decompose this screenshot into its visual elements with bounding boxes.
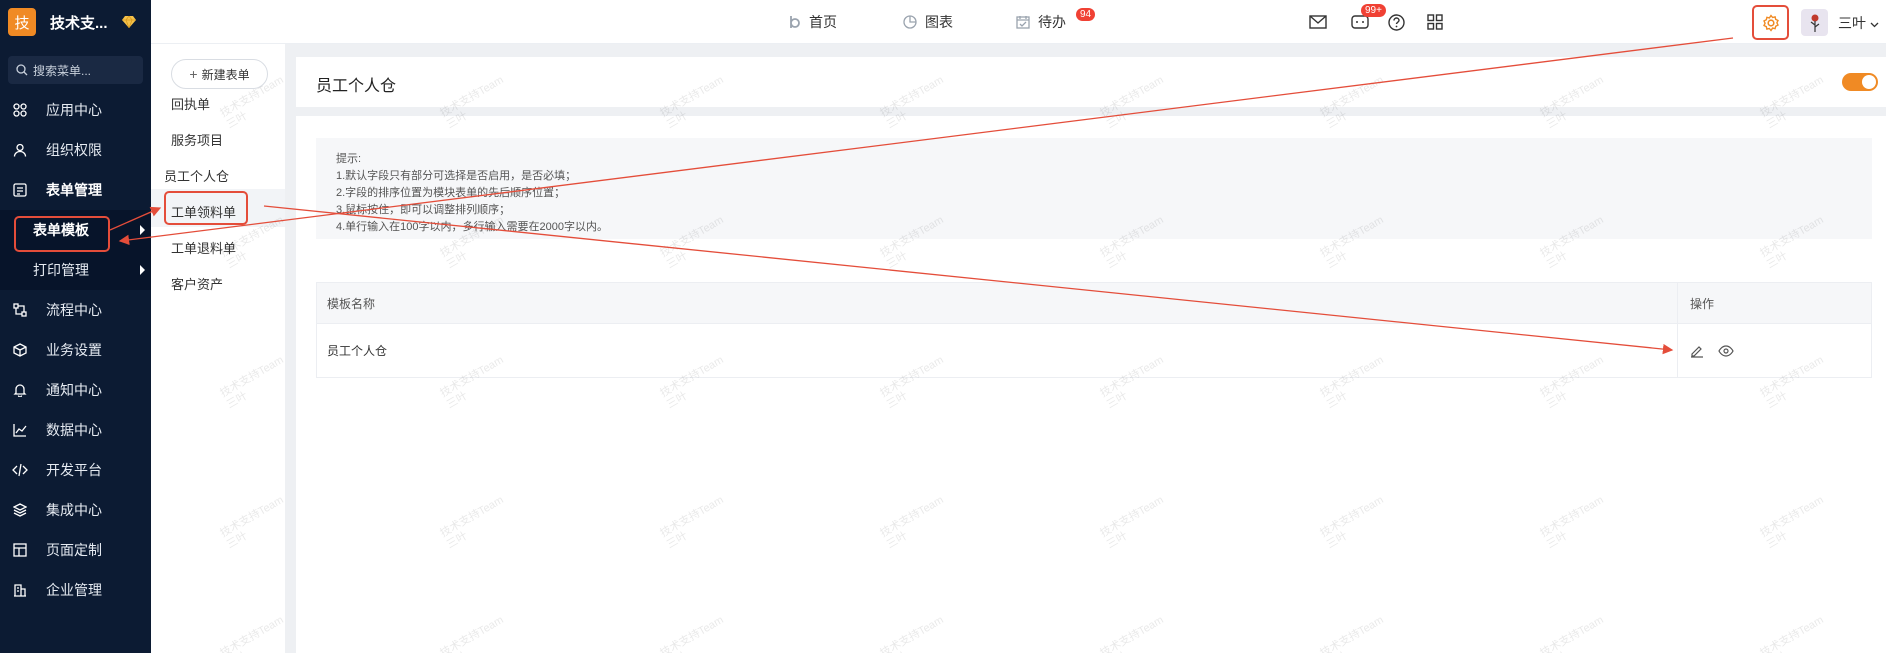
eye-icon[interactable] xyxy=(1718,344,1734,357)
page-title: 员工个人仓 xyxy=(316,78,397,95)
cube-icon xyxy=(12,342,28,358)
gear-icon xyxy=(1762,13,1779,32)
sidebar-item-label: 通知中心 xyxy=(46,382,102,398)
grid-icon xyxy=(12,102,28,118)
chart-icon xyxy=(12,422,28,438)
mail-icon[interactable] xyxy=(1309,13,1327,31)
sidebar-subitem-label: 打印管理 xyxy=(33,262,89,278)
tips-line: 4.单行输入在100字以内，多行输入需要在2000字以内。 xyxy=(336,221,608,233)
sidebar-item-enterprise[interactable]: 企业管理 xyxy=(0,570,151,610)
sidebar-item-label: 流程中心 xyxy=(46,302,102,318)
plus-icon: + xyxy=(189,66,198,82)
search-placeholder: 搜索菜单... xyxy=(33,63,92,78)
sidebar-item-label: 表单管理 xyxy=(46,182,102,198)
settings-button[interactable] xyxy=(1752,5,1789,40)
pie-icon xyxy=(903,15,917,29)
avatar[interactable] xyxy=(1801,9,1828,36)
chevron-down-icon xyxy=(1870,22,1879,28)
calendar-icon xyxy=(1016,16,1030,29)
sidebar-subitem-print[interactable]: 打印管理 xyxy=(0,250,151,290)
tips-line: 3.鼠标按住，即可以调整排列顺序； xyxy=(336,204,511,216)
sidebar-item-page[interactable]: 页面定制 xyxy=(0,530,151,570)
search-icon xyxy=(16,64,28,76)
tab-todo[interactable]: 待办 94 xyxy=(1016,0,1096,44)
form-icon xyxy=(12,182,28,198)
apps-grid-icon[interactable] xyxy=(1426,13,1444,31)
sidebar-item-forms[interactable]: 表单管理 xyxy=(0,170,151,210)
tab-home[interactable]: 首页 xyxy=(789,0,837,44)
sidebar-item-integration[interactable]: 集成中心 xyxy=(0,490,151,530)
diamond-icon xyxy=(121,16,136,28)
sidebar-item-label: 组织权限 xyxy=(46,142,102,158)
sidebar-item-business[interactable]: 业务设置 xyxy=(0,330,151,370)
sidebar-item-label: 数据中心 xyxy=(46,422,102,438)
form-item[interactable]: 客户资产 xyxy=(171,274,223,293)
form-item[interactable]: 工单退料单 xyxy=(171,238,236,257)
table-header: 模板名称 操作 xyxy=(317,283,1871,323)
sidebar-item-data[interactable]: 数据中心 xyxy=(0,410,151,450)
column-header-name: 模板名称 xyxy=(317,283,1678,323)
brand[interactable]: 技 技术支... xyxy=(0,0,151,44)
new-form-label: 新建表单 xyxy=(201,67,250,82)
cell-actions xyxy=(1678,324,1871,377)
message-badge: 99+ xyxy=(1361,4,1386,17)
sidebar-item-flow[interactable]: 流程中心 xyxy=(0,290,151,330)
home-icon xyxy=(790,16,800,28)
sidebar-item-label: 应用中心 xyxy=(46,102,102,118)
sidebar-item-dev[interactable]: 开发平台 xyxy=(0,450,151,490)
user-icon xyxy=(12,142,28,158)
table-row: 员工个人仓 xyxy=(317,323,1871,377)
layout-icon xyxy=(12,542,28,558)
flow-icon xyxy=(12,302,28,318)
menu-search-input[interactable]: 搜索菜单... xyxy=(8,56,143,84)
tips-line: 1.默认字段只有部分可选择是否启用，是否必填； xyxy=(336,170,577,182)
code-icon xyxy=(12,462,28,478)
sidebar-item-notify[interactable]: 通知中心 xyxy=(0,370,151,410)
sidebar-item-apps[interactable]: 应用中心 xyxy=(0,90,151,130)
brand-name: 技术支... xyxy=(50,14,108,32)
annotation-box-employee-warehouse xyxy=(164,191,248,225)
form-item-active[interactable]: 员工个人仓 xyxy=(164,166,229,185)
bell-icon xyxy=(12,382,28,398)
tab-label: 首页 xyxy=(809,14,837,30)
building-icon xyxy=(12,582,28,598)
main-content: 提示: 1.默认字段只有部分可选择是否启用，是否必填； 2.字段的排序位置为模块… xyxy=(296,116,1886,653)
layers-icon xyxy=(12,502,28,518)
caret-right-icon xyxy=(140,225,145,235)
sidebar-item-label: 开发平台 xyxy=(46,462,102,478)
user-menu[interactable]: 三叶 xyxy=(1838,13,1879,33)
todo-badge: 94 xyxy=(1076,8,1096,21)
tab-label: 待办 xyxy=(1038,14,1066,30)
form-item[interactable]: 回执单 xyxy=(171,94,210,113)
sidebar-item-label: 集成中心 xyxy=(46,502,102,518)
sidebar-item-label: 业务设置 xyxy=(46,342,102,358)
column-header-actions: 操作 xyxy=(1690,296,1715,311)
new-form-button[interactable]: + 新建表单 xyxy=(171,59,268,89)
tips-line: 提示: xyxy=(336,153,362,165)
sidebar: 技 技术支... 搜索菜单... 应用中心 组织权限 表单管理 表单模板 打印管… xyxy=(0,0,151,653)
help-icon[interactable] xyxy=(1387,13,1405,31)
message-icon[interactable]: 99+ xyxy=(1351,4,1386,31)
caret-right-icon xyxy=(140,265,145,275)
brand-logo: 技 xyxy=(8,8,36,36)
form-list-panel: + 新建表单 回执单 服务项目 员工个人仓 工单领料单 工单退料单 客户资产 xyxy=(151,44,285,653)
sidebar-item-org[interactable]: 组织权限 xyxy=(0,130,151,170)
enable-toggle[interactable] xyxy=(1842,73,1878,91)
cell-template-name: 员工个人仓 xyxy=(317,324,1678,377)
form-item[interactable]: 服务项目 xyxy=(171,130,223,149)
tips-line: 2.字段的排序位置为模块表单的先后顺序位置； xyxy=(336,187,566,199)
edit-icon[interactable] xyxy=(1690,344,1704,358)
template-table: 模板名称 操作 员工个人仓 xyxy=(316,282,1872,378)
sidebar-item-label: 企业管理 xyxy=(46,582,102,598)
sidebar-item-label: 页面定制 xyxy=(46,542,102,558)
main-header: 员工个人仓 xyxy=(296,57,1886,107)
tab-label: 图表 xyxy=(925,14,953,30)
annotation-box-form-template xyxy=(14,216,110,252)
user-name: 三叶 xyxy=(1838,15,1866,31)
tab-charts[interactable]: 图表 xyxy=(903,0,953,44)
top-bar: 首页 图表 待办 94 99+ xyxy=(151,0,1886,44)
tips-box: 提示: 1.默认字段只有部分可选择是否启用，是否必填； 2.字段的排序位置为模块… xyxy=(316,138,1872,239)
